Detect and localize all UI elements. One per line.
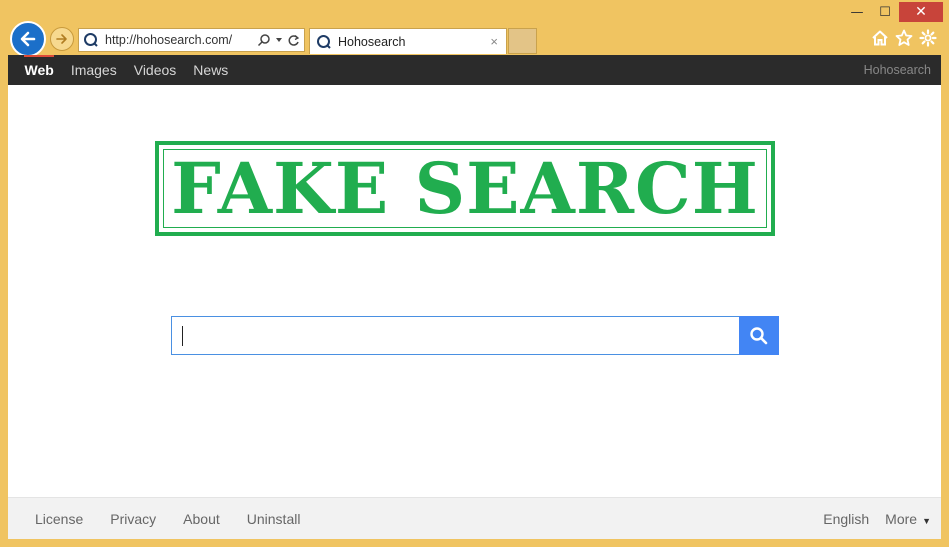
home-icon[interactable]	[871, 29, 889, 47]
search-box[interactable]	[171, 316, 739, 355]
page-content: Web Images Videos News Hohosearch FAKE S…	[8, 55, 941, 539]
more-label: More	[885, 510, 918, 527]
browser-window: — ☐ ✕ http://hohosearch.com/ Hohosearch …	[0, 0, 949, 547]
gear-icon[interactable]	[919, 29, 937, 47]
brand-name: Hohosearch	[863, 63, 931, 77]
close-window-button[interactable]: ✕	[899, 2, 943, 22]
footer-privacy-link[interactable]: Privacy	[110, 511, 156, 527]
site-favicon-icon	[317, 34, 331, 49]
caret-down-icon: ▼	[922, 515, 931, 526]
maximize-button[interactable]: ☐	[871, 2, 899, 22]
refresh-icon[interactable]	[287, 34, 300, 47]
nav-images[interactable]: Images	[62, 55, 125, 85]
minimize-button[interactable]: —	[843, 2, 871, 22]
back-button[interactable]	[10, 21, 46, 57]
address-bar[interactable]: http://hohosearch.com/	[78, 28, 305, 52]
tab-hohosearch[interactable]: Hohosearch ×	[309, 28, 507, 54]
arrow-right-icon	[56, 34, 67, 44]
text-caret	[182, 326, 183, 346]
footer-about-link[interactable]: About	[183, 511, 220, 527]
tab-title: Hohosearch	[338, 34, 406, 49]
dropdown-arrow-icon[interactable]	[275, 36, 283, 44]
address-tools	[257, 33, 300, 47]
footer: License Privacy About Uninstall English …	[8, 497, 941, 539]
arrow-left-icon	[20, 31, 36, 47]
tab-close-icon[interactable]: ×	[490, 34, 498, 49]
search-button[interactable]	[739, 316, 779, 355]
favorites-star-icon[interactable]	[895, 29, 913, 47]
new-tab-button[interactable]	[508, 28, 537, 54]
footer-language-link[interactable]: English	[823, 511, 869, 527]
browser-toolbar	[871, 29, 937, 47]
window-controls: — ☐ ✕	[843, 2, 943, 22]
footer-license-link[interactable]: License	[35, 511, 83, 527]
search-icon[interactable]	[257, 33, 271, 47]
footer-uninstall-link[interactable]: Uninstall	[247, 511, 301, 527]
nav-videos[interactable]: Videos	[125, 55, 185, 85]
site-favicon-icon	[84, 33, 98, 47]
nav-web[interactable]: Web	[16, 55, 62, 85]
top-nav-bar: Web Images Videos News Hohosearch	[8, 55, 941, 85]
forward-button[interactable]	[50, 27, 74, 51]
search-input[interactable]	[172, 317, 739, 354]
stamp-text: FAKE SEARCH	[171, 146, 759, 230]
search-icon	[750, 326, 768, 344]
fake-search-stamp: FAKE SEARCH	[155, 141, 775, 236]
nav-news[interactable]: News	[185, 55, 237, 85]
url-text[interactable]: http://hohosearch.com/	[105, 33, 257, 47]
footer-right: English More ▼	[807, 511, 931, 527]
footer-more-menu[interactable]: More ▼	[885, 511, 931, 527]
